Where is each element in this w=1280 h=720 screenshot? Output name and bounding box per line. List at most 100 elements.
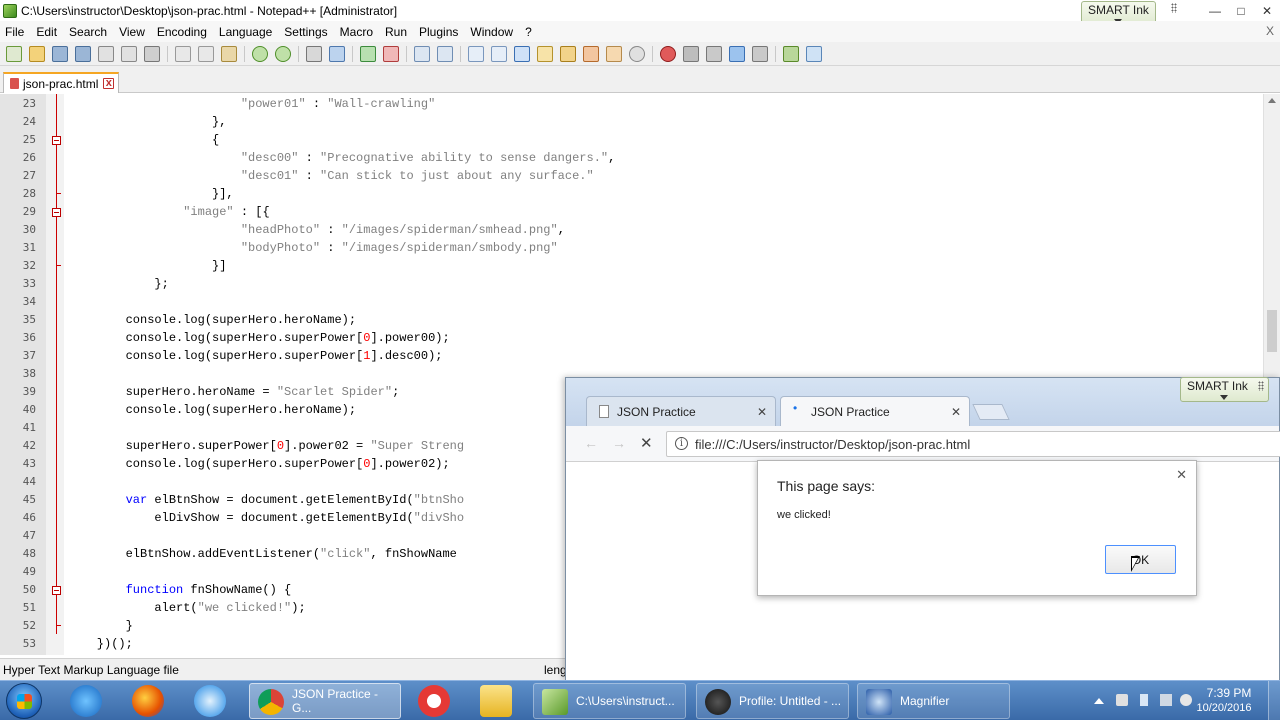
stop-macro-icon[interactable] [683,45,699,62]
smart-tray-icon[interactable] [1116,694,1128,706]
print-icon[interactable] [144,45,160,62]
run-macro-multiple-icon[interactable] [729,45,745,62]
replace-icon[interactable] [329,45,345,62]
cut-icon[interactable] [175,45,191,62]
close-icon[interactable]: ✕ [1176,467,1187,483]
address-bar[interactable]: i file:///C:/Users/instructor/Desktop/js… [666,431,1280,457]
task-label: JSON Practice - G... [292,687,379,715]
menu-window[interactable]: Window [465,25,518,39]
smart-ink-button[interactable]: SMART Ink [1180,377,1269,402]
windows-start-icon [17,694,32,709]
clock-time[interactable]: 7:39 PM [1200,686,1258,700]
save-all-icon[interactable] [75,45,91,62]
fold-toggle-icon[interactable] [52,586,61,595]
folder-workspace-icon[interactable] [606,45,622,62]
close-tab-icon[interactable]: ✕ [951,405,961,419]
open-file-icon[interactable] [29,45,45,62]
monitoring-icon[interactable] [629,45,645,62]
menu-language[interactable]: Language [214,25,277,39]
fold-margin[interactable] [46,94,64,655]
taskbar-task-magnifier[interactable]: Magnifier [857,683,1010,719]
safari-icon[interactable] [194,685,226,717]
record-macro-icon[interactable] [660,45,676,62]
menu-run[interactable]: Run [380,25,412,39]
close-tab-icon[interactable]: x [103,78,115,89]
save-macro-icon[interactable] [752,45,768,62]
maximize-button[interactable]: □ [1228,0,1254,21]
ok-button[interactable]: OK [1105,545,1176,574]
word-wrap-icon[interactable] [468,45,484,62]
network-icon[interactable] [1160,694,1172,706]
udl-icon[interactable] [537,45,553,62]
show-hidden-icons-icon[interactable] [1094,698,1104,704]
page-icon [599,405,609,418]
zoom-out-icon[interactable] [383,45,399,62]
scroll-up-icon[interactable] [1268,98,1276,103]
show-desktop-button[interactable] [1268,681,1280,720]
minimize-button[interactable]: — [1202,0,1228,21]
back-button[interactable]: ← [584,435,598,451]
close-document-button[interactable]: X [1266,24,1274,38]
menu-search[interactable]: Search [64,25,112,39]
code-line: elBtnShow.addEventListener("click", fnSh… [68,547,457,561]
copy-icon[interactable] [198,45,214,62]
sync-horizontal-icon[interactable] [437,45,453,62]
internet-explorer-icon[interactable] [70,685,102,717]
info-icon[interactable]: i [675,437,688,450]
document-map-icon[interactable] [560,45,576,62]
menu-help[interactable]: ? [520,25,537,39]
opera-icon[interactable] [418,685,450,717]
tab-json-prac[interactable]: json-prac.html x [3,72,120,93]
taskbar-task-obs[interactable]: Profile: Untitled - ... [696,683,849,719]
save-icon[interactable] [52,45,68,62]
grip-icon[interactable] [1257,381,1264,391]
url-text[interactable]: file:///C:/Users/instructor/Desktop/json… [695,437,970,452]
menu-view[interactable]: View [114,25,150,39]
close-all-icon[interactable] [121,45,137,62]
chrome-tab-json-practice-active[interactable]: • JSON Practice ✕ [780,396,970,426]
show-all-characters-icon[interactable] [491,45,507,62]
toolbar-separator [460,45,461,62]
play-macro-icon[interactable] [706,45,722,62]
menu-encoding[interactable]: Encoding [152,25,212,39]
fold-line [56,94,57,634]
menu-settings[interactable]: Settings [279,25,332,39]
grip-icon[interactable] [1171,3,1177,13]
menu-plugins[interactable]: Plugins [414,25,463,39]
windows-start-button[interactable] [6,683,42,719]
chrome-tab-json-practice[interactable]: JSON Practice ✕ [586,396,776,426]
function-list-icon[interactable] [583,45,599,62]
menu-macro[interactable]: Macro [335,25,378,39]
spell-check-icon[interactable] [806,45,822,62]
menu-file[interactable]: File [0,25,29,39]
stop-loading-button[interactable]: ✕ [640,434,653,452]
new-tab-button[interactable] [972,404,1010,420]
status-length: leng [544,663,567,677]
close-file-icon[interactable] [98,45,114,62]
undo-icon[interactable] [252,45,268,62]
run-icon[interactable] [783,45,799,62]
line-number: 32 [22,259,36,272]
volume-icon[interactable] [1140,694,1148,706]
forward-button[interactable]: → [612,435,626,451]
fold-toggle-icon[interactable] [52,136,61,145]
clock-date[interactable]: 10/20/2016 [1190,702,1258,714]
taskbar-task-notepadpp[interactable]: C:\Users\instruct... [533,683,686,719]
scrollbar-thumb[interactable] [1267,310,1277,352]
find-icon[interactable] [306,45,322,62]
file-explorer-icon[interactable] [480,685,512,717]
fold-end-marker [56,625,61,626]
taskbar-task-chrome[interactable]: JSON Practice - G... [249,683,401,719]
toolbar-separator [244,45,245,62]
new-file-icon[interactable] [6,45,22,62]
sync-vertical-icon[interactable] [414,45,430,62]
indent-guide-icon[interactable] [514,45,530,62]
paste-icon[interactable] [221,45,237,62]
close-tab-icon[interactable]: ✕ [757,405,767,419]
menu-edit[interactable]: Edit [31,25,62,39]
fold-toggle-icon[interactable] [52,208,61,217]
redo-icon[interactable] [275,45,291,62]
close-button[interactable]: ✕ [1254,0,1280,21]
zoom-in-icon[interactable] [360,45,376,62]
firefox-icon[interactable] [132,685,164,717]
